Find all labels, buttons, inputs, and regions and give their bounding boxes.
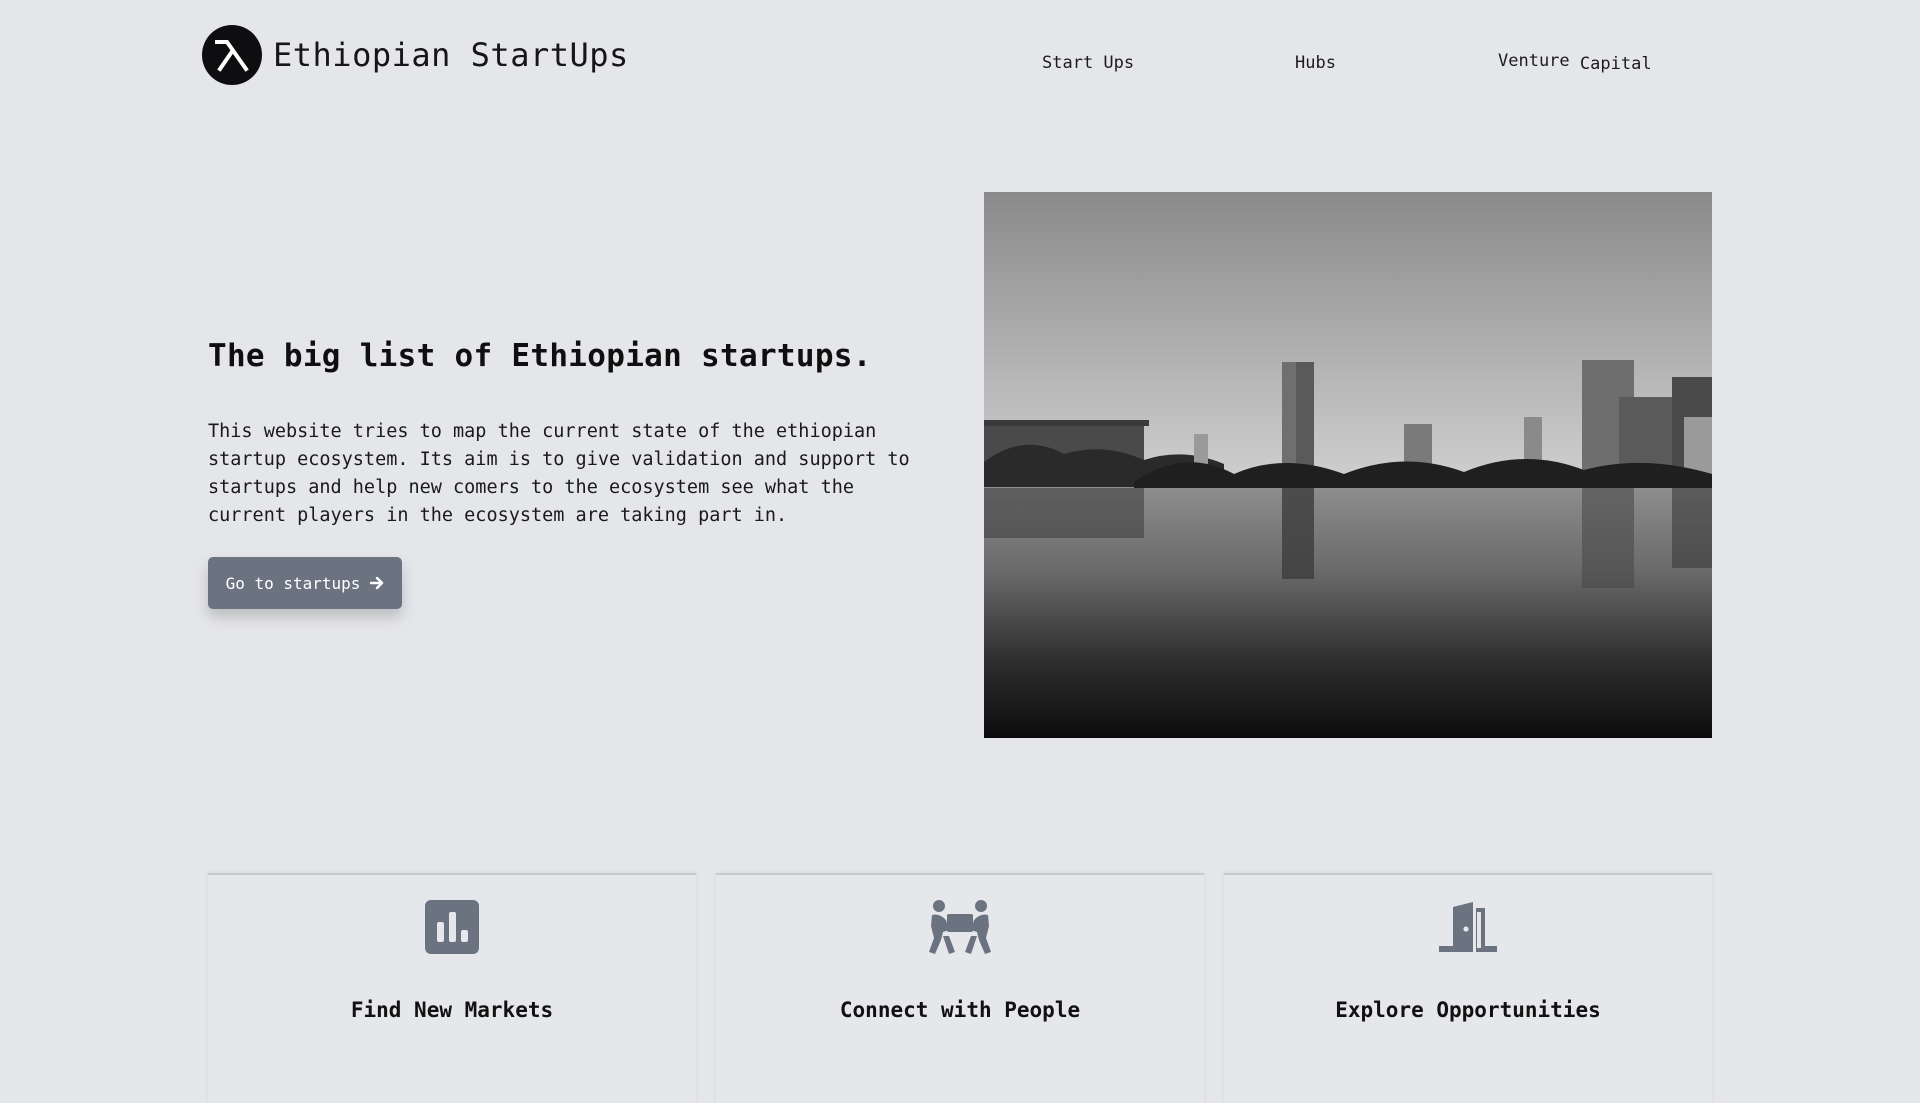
lambda-logo-icon	[202, 25, 262, 85]
city-lake-reflection-photo	[984, 192, 1712, 738]
brand-name: Ethiopian StartUps	[273, 36, 629, 74]
hero-description: This website tries to map the current st…	[208, 421, 910, 526]
feature-title: Explore Opportunities	[1335, 998, 1601, 1022]
feature-title: Find New Markets	[350, 998, 554, 1022]
bar-chart-icon	[421, 899, 483, 955]
hero-title: The big list of Ethiopian startups.	[208, 338, 872, 374]
feature-title: Connect with People	[839, 998, 1081, 1022]
feature-card-explore-opportunities: Explore Opportunities	[1224, 873, 1712, 1103]
site-header: Ethiopian StartUps Start Ups Hubs Ventur…	[0, 0, 1920, 110]
door-open-icon	[1437, 899, 1499, 955]
go-to-startups-button[interactable]: Go to startups	[208, 557, 402, 609]
arrow-right-icon	[370, 576, 384, 590]
cta-label: Go to startups	[225, 573, 361, 593]
nav-hubs-link[interactable]: Hubs	[1295, 53, 1336, 73]
people-carry-icon	[929, 899, 991, 955]
feature-card-find-new-markets: Find New Markets	[208, 873, 696, 1103]
brand-logo-link[interactable]: Ethiopian StartUps	[202, 25, 629, 85]
feature-card-connect-with-people: Connect with People	[716, 873, 1204, 1103]
nav-startups-link[interactable]: Start Ups	[1042, 53, 1134, 73]
nav-capital-word: Capital	[1579, 54, 1652, 74]
nav-venture-capital-link[interactable]: Venture Capital	[1498, 51, 1652, 74]
nav-venture-word: Venture	[1498, 51, 1570, 71]
